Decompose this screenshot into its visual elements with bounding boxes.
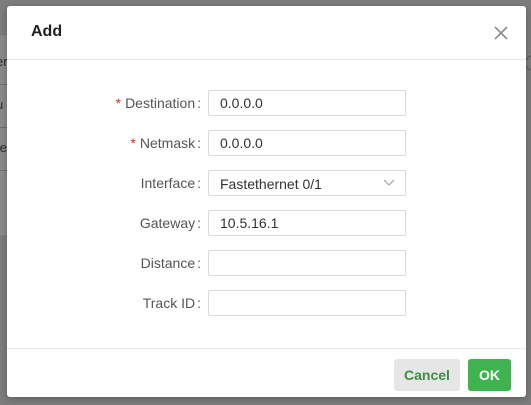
background-text: u — [0, 97, 3, 112]
interface-select-value: Fastethernet 0/1 — [220, 176, 322, 192]
distance-label: Distance: — [140, 255, 201, 271]
dialog-header: Add — [7, 6, 526, 60]
track-id-input[interactable] — [208, 290, 406, 316]
track-id-label: Track ID: — [142, 295, 201, 311]
distance-input[interactable] — [208, 250, 406, 276]
gateway-input[interactable] — [208, 210, 406, 236]
netmask-label: * Netmask: — [130, 135, 201, 151]
required-marker: * — [130, 135, 136, 151]
form-row-track-id: Track ID: — [7, 290, 526, 316]
form-row-distance: Distance: — [7, 250, 526, 276]
form-row-gateway: Gateway: — [7, 210, 526, 236]
netmask-input[interactable] — [208, 130, 406, 156]
required-marker: * — [115, 95, 122, 111]
interface-label: Interface: — [140, 175, 201, 191]
form-row-interface: Interface: Fastethernet 0/1 — [7, 170, 526, 196]
background-text: te — [0, 140, 7, 155]
cancel-button[interactable]: Cancel — [394, 359, 460, 391]
add-route-dialog: Add *Destination: *Netmask: Interface: F… — [7, 6, 526, 397]
destination-input[interactable] — [208, 90, 406, 116]
dialog-title: Add — [31, 23, 63, 40]
gateway-label: Gateway: — [139, 215, 201, 231]
ok-button[interactable]: OK — [468, 359, 511, 391]
form-row-destination: * Destination: — [7, 90, 526, 116]
close-icon — [494, 26, 508, 40]
interface-select[interactable]: Fastethernet 0/1 — [208, 170, 406, 196]
chevron-down-icon — [383, 179, 395, 186]
form-row-netmask: * Netmask: — [7, 130, 526, 156]
destination-label: * Destination: — [115, 95, 201, 111]
close-button[interactable] — [490, 22, 512, 44]
dialog-footer: Cancel OK — [7, 348, 526, 397]
